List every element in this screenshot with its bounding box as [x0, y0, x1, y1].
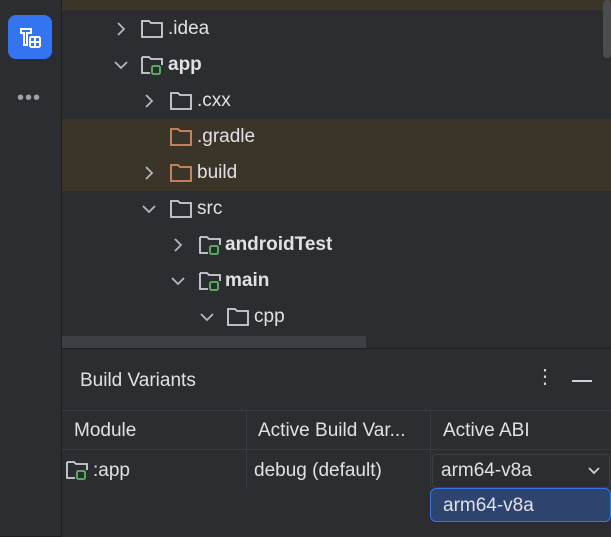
chevron-down-icon[interactable]: [198, 308, 216, 326]
chevron-down-icon[interactable]: [169, 272, 187, 290]
tree-row-partial: [62, 0, 611, 10]
chevron-right-icon[interactable]: [140, 164, 158, 182]
minimize-icon[interactable]: [572, 380, 592, 382]
column-header-abi[interactable]: Active ABI: [443, 420, 530, 442]
chevron-down-icon: [588, 467, 600, 475]
folder-icon: [227, 308, 249, 326]
excluded-folder-icon: [170, 128, 192, 146]
folder-icon: [170, 92, 192, 110]
tree-item-build[interactable]: build: [62, 155, 611, 191]
tree-item-main[interactable]: main: [62, 263, 611, 299]
tree-item-label: .idea: [168, 18, 210, 39]
tree-item-label: androidTest: [225, 234, 333, 255]
folder-icon: [170, 200, 192, 218]
chevron-right-icon[interactable]: [112, 20, 130, 38]
module-folder-icon: [199, 272, 221, 291]
tree-item-label: cpp: [254, 306, 285, 327]
folder-icon: [141, 20, 163, 38]
module-folder-icon: [199, 236, 221, 255]
tree-item-label: .cxx: [197, 90, 231, 111]
module-folder-icon: [141, 56, 163, 75]
tree-item-cxx[interactable]: .cxx: [62, 83, 611, 119]
build-variants-icon: [20, 28, 41, 48]
tree-item-cpp[interactable]: cpp: [62, 299, 611, 335]
abi-dropdown-popup: arm64-v8a: [430, 488, 611, 522]
module-folder-icon: [66, 461, 88, 480]
tree-item-androidtest[interactable]: androidTest: [62, 227, 611, 263]
panel-title: Build Variants: [80, 370, 196, 391]
tree-item-label: src: [197, 198, 223, 219]
tree-item-label: .gradle: [197, 126, 256, 147]
tree-item-src[interactable]: src: [62, 191, 611, 227]
column-header-module[interactable]: Module: [74, 420, 136, 442]
build-variants-tool-button[interactable]: [8, 15, 52, 59]
vertical-scrollbar[interactable]: [603, 0, 611, 58]
tree-item-label: main: [225, 270, 270, 291]
column-divider: [246, 410, 247, 488]
chevron-down-icon[interactable]: [112, 56, 130, 74]
column-header-variant[interactable]: Active Build Var...: [258, 420, 406, 442]
column-divider: [430, 410, 431, 488]
variant-cell[interactable]: debug (default): [254, 460, 382, 482]
project-tree: .idea app .cxx .gradle build src android…: [62, 0, 611, 348]
abi-select[interactable]: arm64-v8a: [432, 454, 610, 488]
horizontal-scrollbar[interactable]: [62, 336, 366, 348]
tool-window-strip: •••: [0, 0, 62, 536]
excluded-folder-icon: [170, 164, 192, 182]
more-vertical-icon[interactable]: ⋮: [535, 367, 555, 387]
abi-selected-value: arm64-v8a: [441, 460, 532, 481]
chevron-down-icon[interactable]: [140, 200, 158, 218]
tree-item-gradle[interactable]: .gradle: [62, 119, 611, 155]
module-cell: :app: [93, 460, 130, 481]
dropdown-option[interactable]: arm64-v8a: [443, 495, 534, 517]
tree-item-label: app: [168, 54, 202, 75]
tree-item-idea[interactable]: .idea: [62, 11, 611, 47]
chevron-right-icon[interactable]: [140, 92, 158, 110]
tree-item-app[interactable]: app: [62, 47, 611, 83]
table-header: Module Active Build Var... Active ABI: [62, 410, 611, 450]
tree-item-label: build: [197, 162, 238, 183]
more-horizontal-icon[interactable]: •••: [17, 88, 41, 108]
chevron-right-icon[interactable]: [169, 236, 187, 254]
